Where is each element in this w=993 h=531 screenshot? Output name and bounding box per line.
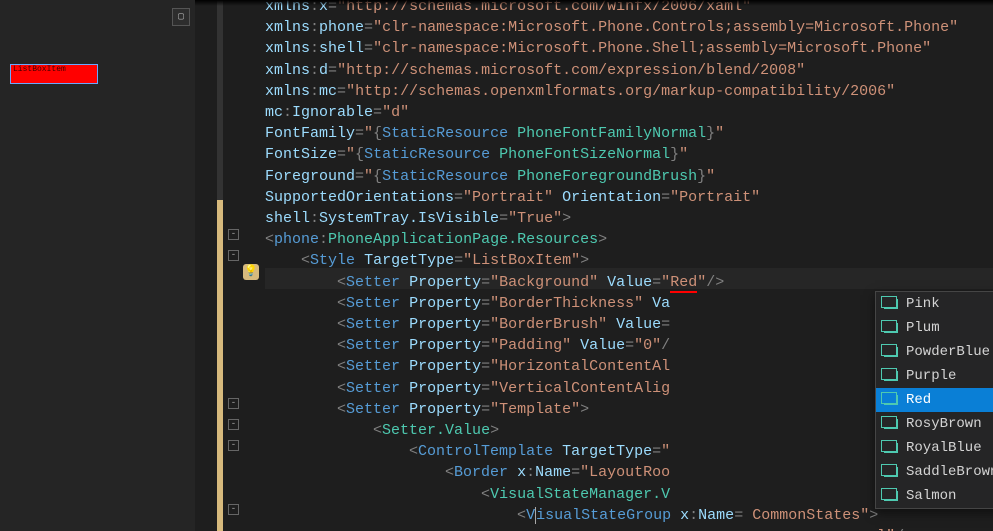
intellisense-item[interactable]: RosyBrown [876, 412, 993, 436]
fold-toggle-icon[interactable]: - [228, 419, 239, 430]
intellisense-item-label: Plum [906, 320, 940, 336]
editor-top-shadow [195, 0, 993, 6]
designer-toolbar-icon[interactable]: ▢ [172, 8, 190, 26]
intellisense-item[interactable]: SaddleBrown [876, 460, 993, 484]
intellisense-item-label: PowderBlue [906, 344, 990, 360]
value-icon [884, 299, 898, 309]
value-icon [884, 491, 898, 501]
value-icon [884, 419, 898, 429]
intellisense-popup[interactable]: Pink Plum PowderBlue Purple Red RosyBrown Roya… [875, 291, 993, 509]
intellisense-item-label: RosyBrown [906, 416, 982, 432]
intellisense-item-label: Salmon [906, 488, 956, 504]
change-marker [217, 200, 223, 531]
lightbulb-icon[interactable]: 💡 [243, 264, 259, 280]
outlining-margin [227, 0, 241, 531]
fold-toggle-icon[interactable]: - [228, 250, 239, 261]
intellisense-item-label: Pink [906, 296, 940, 312]
intellisense-item[interactable]: PowderBlue [876, 340, 993, 364]
intellisense-item[interactable]: Plum [876, 316, 993, 340]
fold-toggle-icon[interactable]: - [228, 398, 239, 409]
intellisense-item[interactable]: RoyalBlue [876, 436, 993, 460]
intellisense-item[interactable]: Purple [876, 364, 993, 388]
value-icon [884, 323, 898, 333]
intellisense-item-label: Purple [906, 368, 956, 384]
fold-toggle-icon[interactable]: - [228, 440, 239, 451]
designer-panel: ▢ ListBoxItem [0, 0, 195, 531]
value-icon [884, 395, 898, 405]
value-icon [884, 347, 898, 357]
intellisense-item[interactable]: Salmon [876, 484, 993, 508]
intellisense-item[interactable]: Pink [876, 292, 993, 316]
fold-toggle-icon[interactable]: - [228, 504, 239, 515]
intellisense-item-label: RoyalBlue [906, 440, 982, 456]
designer-preview-listboxitem[interactable]: ListBoxItem [10, 64, 98, 84]
value-icon [884, 371, 898, 381]
intellisense-item[interactable]: Red [876, 388, 993, 412]
value-icon [884, 443, 898, 453]
fold-toggle-icon[interactable]: - [228, 229, 239, 240]
intellisense-item-label: SaddleBrown [906, 464, 993, 480]
code-editor[interactable]: ------ 💡 xmlns:x="http://schemas.microso… [195, 0, 993, 531]
value-icon [884, 467, 898, 477]
intellisense-item-label: Red [906, 392, 931, 408]
